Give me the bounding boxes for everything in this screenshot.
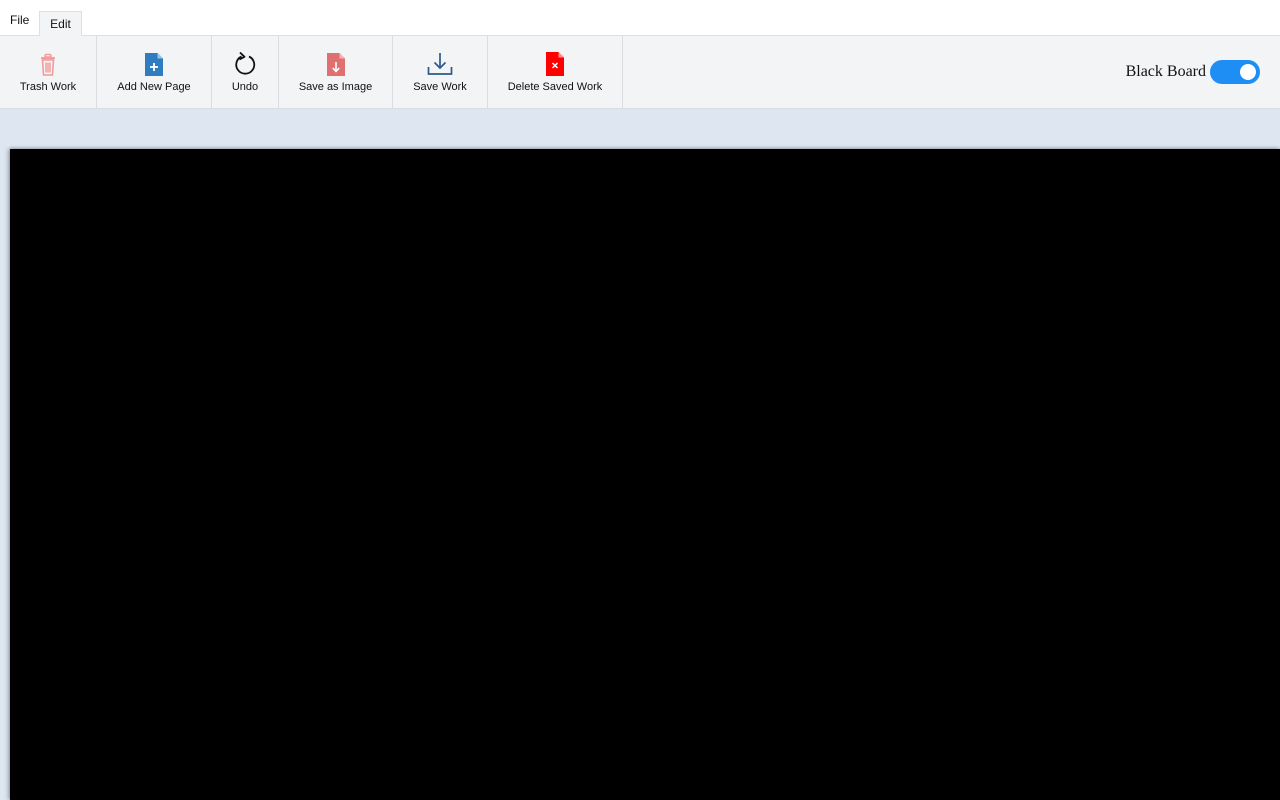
undo-button[interactable]: Undo bbox=[212, 36, 279, 108]
save-image-icon bbox=[326, 53, 345, 76]
trash-work-label: Trash Work bbox=[19, 81, 77, 93]
drawing-canvas[interactable] bbox=[10, 149, 1280, 800]
add-new-page-label: Add New Page bbox=[117, 81, 191, 93]
menu-bar: File Edit bbox=[0, 0, 1280, 36]
download-icon bbox=[427, 53, 453, 75]
delete-saved-work-button[interactable]: Delete Saved Work bbox=[488, 36, 623, 108]
delete-saved-work-label: Delete Saved Work bbox=[507, 81, 603, 93]
undo-label: Undo bbox=[231, 81, 259, 93]
menu-tab-edit[interactable]: Edit bbox=[39, 11, 82, 36]
add-page-icon bbox=[145, 53, 163, 76]
blackboard-toggle-switch[interactable] bbox=[1210, 60, 1260, 84]
save-work-button[interactable]: Save Work bbox=[393, 36, 488, 108]
blackboard-toggle-group: Black Board bbox=[1126, 60, 1260, 84]
workspace bbox=[0, 109, 1280, 800]
save-as-image-button[interactable]: Save as Image bbox=[279, 36, 393, 108]
menu-tab-file[interactable]: File bbox=[10, 8, 29, 34]
trash-work-button[interactable]: Trash Work bbox=[0, 36, 97, 108]
toolbar: Trash Work Add New Page Undo Save as Ima… bbox=[0, 36, 1280, 109]
delete-file-icon bbox=[546, 52, 564, 76]
trash-icon bbox=[41, 53, 55, 76]
undo-icon bbox=[235, 51, 256, 75]
toggle-knob bbox=[1240, 64, 1256, 80]
blackboard-toggle-label: Black Board bbox=[1125, 63, 1206, 80]
add-new-page-button[interactable]: Add New Page bbox=[97, 36, 212, 108]
save-work-label: Save Work bbox=[413, 81, 467, 93]
save-as-image-label: Save as Image bbox=[298, 81, 373, 93]
